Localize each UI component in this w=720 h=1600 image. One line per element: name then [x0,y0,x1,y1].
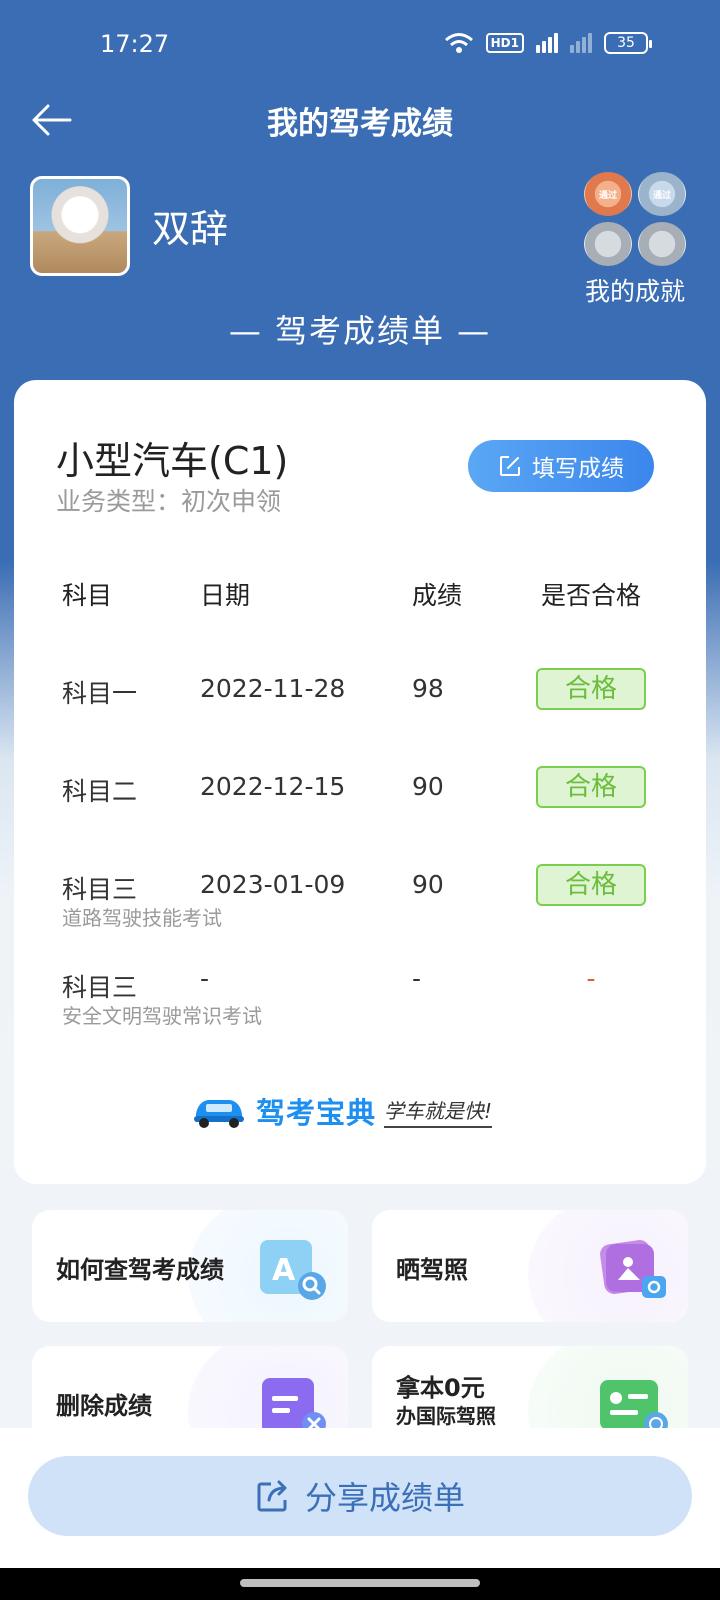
subject-cell: 科目三 [62,973,138,1002]
achievements[interactable]: 通过 通过 我的成就 [580,172,690,308]
date-cell: 2022-11-28 [200,674,346,703]
tile-label: 如何查驾考成绩 [56,1256,224,1284]
status-bar: 17:27 HD1 35 [0,0,720,92]
car-logo-icon [194,1100,244,1128]
score-table: 科目 日期 成绩 是否合格 科目一 2022-11-28 98 合格 科目二 2… [62,576,662,1028]
business-type: 业务类型：初次申领 [56,487,282,516]
medal-icon: 通过 [638,172,686,216]
fill-score-label: 填写成绩 [532,456,624,482]
status-icons: HD1 35 [444,32,652,54]
table-row: 科目二 2022-12-15 90 合格 [62,766,662,856]
achievements-label: 我的成就 [584,277,685,306]
column-header: 日期 [200,581,251,610]
share-icon [257,1480,287,1512]
subject-cell: 科目一 [62,679,138,708]
tile-how-to-query[interactable]: 如何查驾考成绩 A [32,1210,348,1322]
pass-badge: 合格 [536,766,646,808]
brand-footer: 驾考宝典 学车就是快! [190,1086,530,1136]
subject-cell: 科目二 [62,777,138,806]
vehicle-type: 小型汽车(C1) [56,439,289,483]
search-document-icon: A [260,1240,326,1300]
pass-badge: 合格 [536,668,646,710]
date-cell: 2022-12-15 [200,772,346,801]
battery-level: 35 [617,35,635,51]
score-card: 小型汽车(C1) 业务类型：初次申领 填写成绩 科目 日期 成绩 是否合格 科目… [14,380,706,1184]
column-header: 是否合格 [540,581,641,610]
tile-label-line1: 拿本0元 [396,1374,485,1402]
bottom-bar: 分享成绩单 [0,1428,720,1568]
share-scores-button[interactable]: 分享成绩单 [28,1456,692,1536]
date-cell: - [200,964,210,993]
share-label: 分享成绩单 [304,1479,465,1517]
username: 双辞 [152,207,229,251]
tile-label: 拿本0元 办国际驾照 [396,1374,496,1430]
edit-icon [500,456,520,476]
battery-icon: 35 [604,32,652,54]
top-bar: 我的驾考成绩 [0,92,720,146]
table-row: 科目三 2023-01-09 90 合格 道路驾驶技能考试 [62,864,662,954]
column-header: 成绩 [412,581,463,610]
brand-slogan: 学车就是快! [384,1095,493,1128]
home-indicator[interactable] [240,1579,480,1587]
section-heading: — 驾考成绩单 — [228,312,492,350]
medal-icon: 通过 [584,172,632,216]
status-time: 17:27 [100,30,170,58]
table-row: 科目三 - - - 安全文明驾驶常识考试 [62,962,662,1052]
signal-icon [536,33,558,53]
score-cell: - [412,964,422,993]
badge-grid: 通过 通过 [580,172,690,266]
tile-label: 晒驾照 [396,1256,468,1284]
score-cell: 90 [412,772,444,801]
page-title: 我的驾考成绩 [267,106,453,142]
fill-score-button[interactable]: 填写成绩 [468,440,654,492]
result-cell: 合格 [517,766,665,808]
result-cell: 合格 [517,668,665,710]
table-row: 科目一 2022-11-28 98 合格 [62,668,662,758]
photo-share-icon [600,1240,666,1298]
avatar[interactable] [30,176,130,276]
system-nav-bar [0,1568,720,1600]
result-cell: - [586,964,596,993]
wifi-icon [444,33,473,53]
brand-name: 驾考宝典 [256,1096,377,1130]
svg-text:A: A [272,1253,296,1288]
tile-label-line2: 办国际驾照 [396,1404,496,1428]
score-cell: 98 [412,674,444,703]
hd-badge: HD1 [485,33,524,53]
pass-badge: 合格 [536,864,646,906]
score-cell: 90 [412,870,444,899]
tile-show-license[interactable]: 晒驾照 [372,1210,688,1322]
table-header: 科目 日期 成绩 是否合格 [62,576,662,616]
medal-icon [584,222,632,266]
signal-secondary-icon [570,33,592,53]
subject-note: 道路驾驶技能考试 [62,906,222,930]
column-header: 科目 [62,581,113,610]
tile-label: 删除成绩 [56,1392,152,1420]
medal-icon [638,222,686,266]
profile-section: 双辞 通过 通过 我的成就 [30,172,690,306]
subject-cell: 科目三 [62,875,138,904]
date-cell: 2023-01-09 [200,870,346,899]
subject-note: 安全文明驾驶常识考试 [62,1004,262,1028]
result-cell: 合格 [517,864,665,906]
